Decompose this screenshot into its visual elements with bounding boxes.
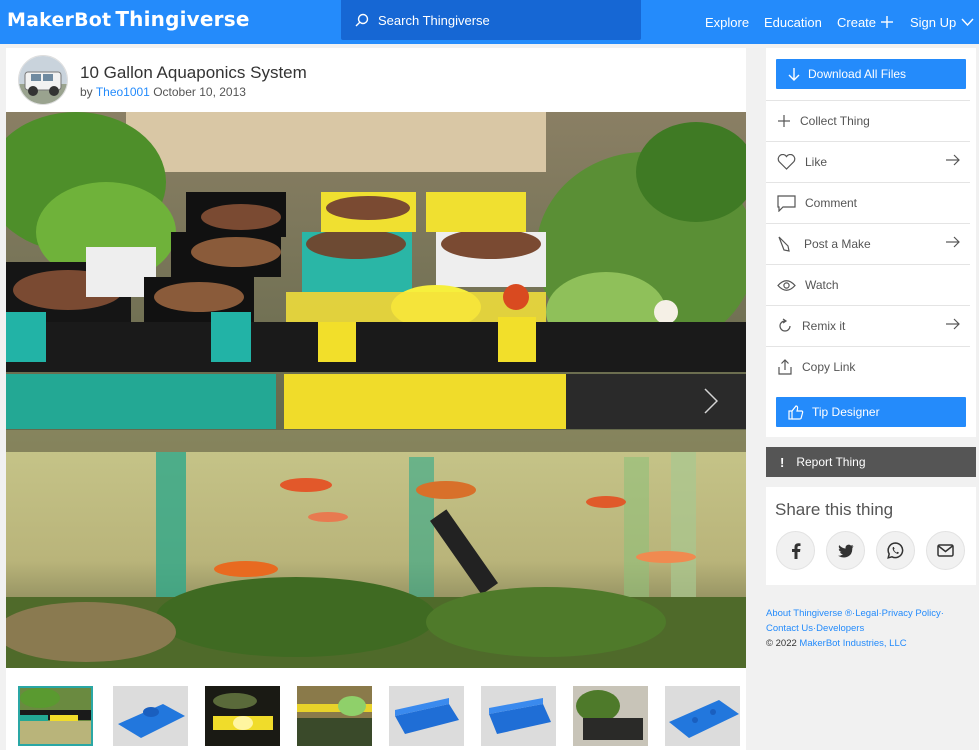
copy-link-button[interactable]: Copy Link [766, 346, 970, 387]
makerbot-thingiverse-logo[interactable]: MakerBot Thingiverse [7, 7, 250, 32]
footer-line-1: About Thingiverse ®·Legal·Privacy Policy… [766, 606, 976, 621]
report-label: Report Thing [796, 455, 866, 469]
thumbnail-strip [6, 686, 746, 750]
nav-education-label: Education [764, 14, 822, 30]
chevron-down-icon [961, 18, 974, 26]
nav-explore[interactable]: Explore [705, 0, 749, 44]
like-label: Like [805, 155, 828, 169]
search-icon [355, 13, 369, 27]
copy-link-label: Copy Link [802, 360, 856, 374]
nav-signup[interactable]: Sign Up [910, 0, 974, 44]
footer-developers-link[interactable]: Developers [816, 623, 864, 634]
email-icon[interactable] [926, 531, 965, 570]
thing-title: 10 Gallon Aquaponics System [80, 63, 307, 82]
thumbnail-6[interactable] [481, 686, 556, 746]
actions-panel: Download All Files Collect Thing Like Co… [766, 48, 976, 437]
watch-button[interactable]: Watch [766, 264, 970, 305]
share-upload-icon [778, 359, 792, 375]
brand-makerbot: MakerBot [7, 9, 112, 31]
collect-thing-button[interactable]: Collect Thing [766, 100, 970, 141]
report-thing-button[interactable]: ! Report Thing [766, 447, 976, 477]
author-avatar[interactable] [18, 55, 68, 105]
like-button[interactable]: Like [766, 141, 970, 182]
remix-label: Remix it [802, 319, 846, 333]
download-arrow-icon [788, 67, 800, 81]
whatsapp-icon[interactable] [876, 531, 915, 570]
eye-icon [777, 279, 796, 291]
footer-links: About Thingiverse ®·Legal·Privacy Policy… [766, 606, 976, 651]
thumbnail-8[interactable] [665, 686, 740, 746]
arrow-right-icon [946, 154, 960, 166]
download-label: Download All Files [808, 67, 907, 81]
publish-date: October 10, 2013 [153, 85, 246, 99]
plus-icon [778, 115, 790, 127]
footer-privacy-link[interactable]: Privacy Policy [882, 608, 941, 619]
post-make-label: Post a Make [804, 237, 871, 251]
author-link[interactable]: Theo1001 [96, 85, 150, 99]
chevron-right-icon[interactable] [704, 388, 718, 414]
comment-button[interactable]: Comment [766, 182, 970, 223]
collect-label: Collect Thing [800, 114, 870, 128]
main-photo[interactable] [6, 112, 746, 668]
search-placeholder: Search Thingiverse [378, 12, 490, 28]
twitter-icon[interactable] [826, 531, 865, 570]
search-bar[interactable]: Search Thingiverse [341, 0, 641, 40]
share-title: Share this thing [775, 500, 894, 519]
watch-label: Watch [805, 278, 839, 292]
arrow-right-icon [946, 236, 960, 248]
tip-designer-button[interactable]: Tip Designer [776, 397, 966, 427]
remix-it-button[interactable]: Remix it [766, 305, 970, 346]
by-label: by [80, 85, 93, 99]
footer-copyright: © 2022 MakerBot Industries, LLC [766, 636, 976, 651]
pencil-icon [778, 236, 790, 252]
footer-contact-link[interactable]: Contact Us [766, 623, 813, 634]
nav-explore-label: Explore [705, 14, 750, 30]
thing-byline: by Theo1001 October 10, 2013 [80, 85, 246, 99]
footer-separator: · [940, 608, 944, 619]
comment-label: Comment [805, 196, 858, 210]
nav-signup-label: Sign Up [910, 14, 957, 30]
exclamation-icon: ! [780, 454, 785, 470]
thumbnail-2[interactable] [113, 686, 188, 746]
footer-about-link[interactable]: About Thingiverse ® [766, 608, 852, 619]
nav-education[interactable]: Education [764, 0, 822, 44]
company-link[interactable]: MakerBot Industries, LLC [799, 638, 906, 649]
thumbs-up-icon [788, 404, 804, 420]
nav-create[interactable]: Create [837, 0, 894, 44]
thumbnail-5[interactable] [389, 686, 464, 746]
thumbnail-1[interactable] [18, 686, 93, 746]
remix-icon [779, 318, 791, 332]
thing-main-card: 10 Gallon Aquaponics System by Theo1001 … [6, 48, 746, 750]
copyright-year: © 2022 [766, 638, 797, 649]
thumbnail-3[interactable] [205, 686, 280, 746]
heart-icon [777, 154, 796, 170]
thumbnail-7[interactable] [573, 686, 648, 746]
comment-icon [777, 194, 796, 212]
post-a-make-button[interactable]: Post a Make [766, 223, 970, 264]
footer-legal-link[interactable]: Legal [855, 608, 878, 619]
facebook-icon[interactable] [776, 531, 815, 570]
top-navigation-bar: MakerBot Thingiverse Search Thingiverse E… [0, 0, 979, 44]
plus-icon [881, 16, 894, 28]
nav-create-label: Create [837, 14, 877, 30]
footer-line-2: Contact Us·Developers [766, 621, 976, 636]
brand-thingiverse: Thingiverse [115, 7, 250, 31]
arrow-right-icon [946, 318, 960, 330]
download-all-files-button[interactable]: Download All Files [776, 59, 966, 89]
tip-label: Tip Designer [812, 405, 880, 419]
share-panel: Share this thing [766, 487, 976, 585]
thumbnail-4[interactable] [297, 686, 372, 746]
